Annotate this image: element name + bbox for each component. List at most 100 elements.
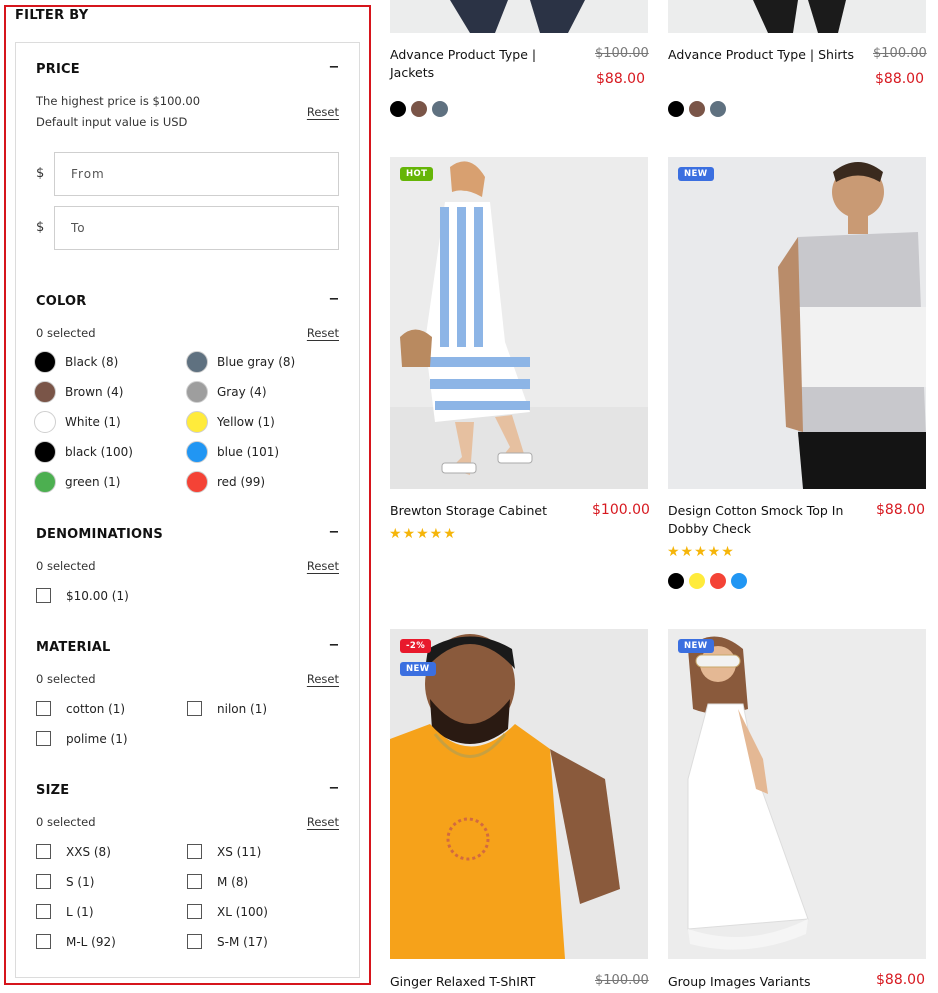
size-option-m-l[interactable]: M-L (92) <box>36 934 116 949</box>
product-price: $88.00 <box>876 502 925 518</box>
price-collapse-icon[interactable]: − <box>328 60 340 75</box>
color-swatch <box>186 381 208 403</box>
size-option-xs[interactable]: XS (11) <box>187 844 261 859</box>
product-price: $100.00 <box>592 502 650 518</box>
size-option-xl[interactable]: XL (100) <box>187 904 268 919</box>
denominations-collapse-icon[interactable]: − <box>328 525 340 540</box>
product-image-white-dress[interactable] <box>668 629 926 959</box>
product-photo <box>390 0 648 33</box>
color-swatch <box>186 471 208 493</box>
checkbox[interactable] <box>36 934 51 949</box>
color-reset-link[interactable]: Reset <box>307 326 339 340</box>
color-option-blue[interactable]: blue (101) <box>186 441 279 463</box>
color-option-brown[interactable]: Brown (4) <box>34 381 123 403</box>
checkbox[interactable] <box>36 874 51 889</box>
product-photo <box>390 629 648 959</box>
size-option-s-m[interactable]: S-M (17) <box>187 934 268 949</box>
color-option-black-lower[interactable]: black (100) <box>34 441 133 463</box>
product-name[interactable]: Advance Product Type | Shirts <box>668 46 858 64</box>
product-color-red[interactable] <box>710 573 726 589</box>
product-name[interactable]: Design Cotton Smock Top In Dobby Check <box>668 502 863 538</box>
badge-hot: HOT <box>400 167 434 181</box>
product-color-yellow[interactable] <box>689 573 705 589</box>
price-section-title: PRICE <box>36 62 80 77</box>
product-name[interactable]: Brewton Storage Cabinet <box>390 502 580 520</box>
material-option-nilon[interactable]: nilon (1) <box>187 701 267 716</box>
material-reset-link[interactable]: Reset <box>307 672 339 686</box>
price-reset-link[interactable]: Reset <box>307 105 339 119</box>
price-to-input[interactable] <box>54 206 339 250</box>
color-option-yellow[interactable]: Yellow (1) <box>186 411 275 433</box>
material-collapse-icon[interactable]: − <box>328 638 340 653</box>
color-swatch <box>186 351 208 373</box>
product-photo <box>668 0 926 33</box>
size-selected-count: 0 selected <box>36 815 96 829</box>
checkbox[interactable] <box>36 588 51 603</box>
product-old-price: $100.00 <box>595 46 649 61</box>
size-reset-link[interactable]: Reset <box>307 815 339 829</box>
size-option-l[interactable]: L (1) <box>36 904 94 919</box>
denomination-option-10[interactable]: $10.00 (1) <box>36 588 129 603</box>
color-option-red[interactable]: red (99) <box>186 471 265 493</box>
badge-new: NEW <box>678 639 714 653</box>
material-option-polime[interactable]: polime (1) <box>36 731 128 746</box>
size-option-xxs[interactable]: XXS (8) <box>36 844 111 859</box>
badge-sale: -2% <box>400 639 432 653</box>
size-option-s[interactable]: S (1) <box>36 874 94 889</box>
color-swatch <box>186 441 208 463</box>
product-image-orange-tshirt[interactable] <box>390 629 648 959</box>
checkbox[interactable] <box>187 934 202 949</box>
product-old-price: $100.00 <box>873 46 927 61</box>
material-selected-count: 0 selected <box>36 672 96 686</box>
checkbox[interactable] <box>36 904 51 919</box>
product-color-brown[interactable] <box>689 101 705 117</box>
checkbox[interactable] <box>187 844 202 859</box>
color-swatch <box>34 411 56 433</box>
color-option-black[interactable]: Black (8) <box>34 351 118 373</box>
price-default-info: Default input value is USD <box>36 115 188 129</box>
product-image-shirts[interactable] <box>668 0 926 33</box>
product-image-tank-top[interactable] <box>668 157 926 489</box>
filter-heading: FILTER BY <box>15 8 89 23</box>
size-collapse-icon[interactable]: − <box>328 781 340 796</box>
color-swatch <box>34 441 56 463</box>
product-name[interactable]: Advance Product Type | Jackets <box>390 46 580 82</box>
denominations-section-title: DENOMINATIONS <box>36 527 163 542</box>
product-image-jackets[interactable] <box>390 0 648 33</box>
product-image-striped-dress[interactable] <box>390 157 648 489</box>
checkbox[interactable] <box>187 904 202 919</box>
product-color-black[interactable] <box>390 101 406 117</box>
product-color-black[interactable] <box>668 573 684 589</box>
denominations-selected-count: 0 selected <box>36 559 96 573</box>
color-swatch <box>186 411 208 433</box>
size-option-m[interactable]: M (8) <box>187 874 248 889</box>
product-color-blue-gray[interactable] <box>432 101 448 117</box>
price-from-currency: $ <box>36 166 45 181</box>
checkbox[interactable] <box>36 701 51 716</box>
badge-new: NEW <box>678 167 714 181</box>
denominations-reset-link[interactable]: Reset <box>307 559 339 573</box>
color-option-white[interactable]: White (1) <box>34 411 121 433</box>
checkbox[interactable] <box>36 844 51 859</box>
product-color-blue-gray[interactable] <box>710 101 726 117</box>
checkbox[interactable] <box>36 731 51 746</box>
color-selected-count: 0 selected <box>36 326 96 340</box>
color-option-green[interactable]: green (1) <box>34 471 120 493</box>
color-option-blue-gray[interactable]: Blue gray (8) <box>186 351 295 373</box>
product-price: $88.00 <box>596 71 645 87</box>
price-from-input[interactable] <box>54 152 339 196</box>
product-color-black[interactable] <box>668 101 684 117</box>
color-section-title: COLOR <box>36 294 87 309</box>
checkbox[interactable] <box>187 874 202 889</box>
material-option-cotton[interactable]: cotton (1) <box>36 701 125 716</box>
color-collapse-icon[interactable]: − <box>328 292 340 307</box>
product-color-blue[interactable] <box>731 573 747 589</box>
product-color-brown[interactable] <box>411 101 427 117</box>
product-name[interactable]: Ginger Relaxed T-ShIRT <box>390 973 580 991</box>
color-option-gray[interactable]: Gray (4) <box>186 381 267 403</box>
product-rating-stars: ★★★★★ <box>667 544 735 560</box>
color-swatch <box>34 471 56 493</box>
product-name[interactable]: Group Images Variants <box>668 973 858 991</box>
checkbox[interactable] <box>187 701 202 716</box>
product-photo <box>390 157 648 489</box>
